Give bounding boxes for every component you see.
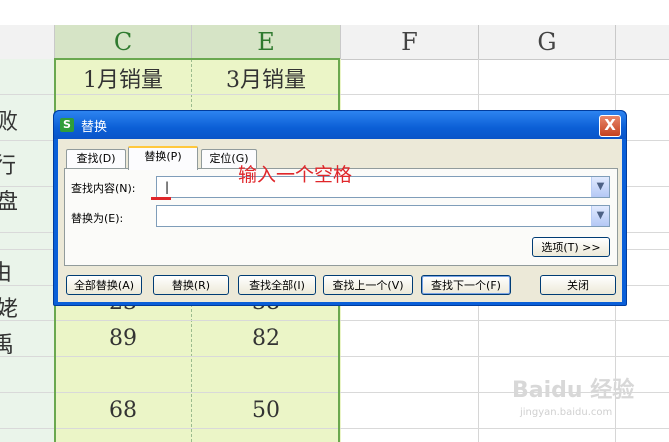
column-header-f[interactable]: F xyxy=(341,25,479,60)
chevron-down-icon[interactable]: ▼ xyxy=(591,206,609,226)
find-input[interactable]: | ▼ xyxy=(156,176,610,198)
watermark-url: jingyan.baidu.com xyxy=(520,407,613,418)
row-label[interactable]: 姥 xyxy=(0,291,26,323)
row-label[interactable]: 禹 xyxy=(0,327,22,359)
header-cell-c[interactable]: 1月销量 xyxy=(55,62,191,94)
dialog-titlebar[interactable]: S 替换 X xyxy=(54,111,626,139)
find-previous-button[interactable]: 查找上一个(V) xyxy=(323,275,413,295)
cell-e[interactable]: 82 xyxy=(192,326,340,351)
cell-c[interactable]: 68 xyxy=(55,398,191,423)
column-header-e[interactable]: E xyxy=(192,25,341,60)
close-button[interactable]: 关闭 xyxy=(540,275,616,295)
close-icon[interactable]: X xyxy=(599,115,621,137)
watermark: Baidu 经验 xyxy=(512,378,635,403)
annotation-text: 输入一个空格 xyxy=(238,164,353,186)
replace-input[interactable]: ▼ xyxy=(156,205,610,227)
replace-label: 替换为(E): xyxy=(71,212,124,225)
row-label[interactable]: 败 xyxy=(0,104,26,136)
column-header-next[interactable] xyxy=(616,25,669,60)
find-input-value: | xyxy=(165,180,170,194)
column-header-prev[interactable] xyxy=(0,25,55,60)
replace-all-button[interactable]: 全部替换(A) xyxy=(66,275,142,295)
column-header-c[interactable]: C xyxy=(55,25,192,60)
find-all-button[interactable]: 查找全部(I) xyxy=(238,275,316,295)
cell-c[interactable]: 89 xyxy=(55,326,191,351)
chevron-down-icon[interactable]: ▼ xyxy=(591,177,609,197)
options-button[interactable]: 选项(T) >> xyxy=(532,237,610,257)
replace-button[interactable]: 替换(R) xyxy=(153,275,229,295)
header-cell-e[interactable]: 3月销量 xyxy=(192,62,340,94)
dialog-title: 替换 xyxy=(81,120,108,135)
tab-replace[interactable]: 替换(P) xyxy=(128,146,198,170)
replace-dialog: S 替换 X 查找(D) 替换(P) 定位(G) 查找内容(N): | ▼ 替换… xyxy=(53,110,627,306)
row-label[interactable]: 由 xyxy=(0,255,20,287)
annotation-underline xyxy=(151,197,171,200)
find-label: 查找内容(N): xyxy=(71,182,136,195)
row-label[interactable]: 盘 xyxy=(0,184,26,216)
column-header-g[interactable]: G xyxy=(479,25,616,60)
cell-e[interactable]: 50 xyxy=(192,398,340,423)
row-label[interactable]: 行 xyxy=(0,148,24,180)
tab-find[interactable]: 查找(D) xyxy=(66,149,126,168)
formula-bar-area xyxy=(0,0,669,26)
find-next-button[interactable]: 查找下一个(F) xyxy=(421,275,511,295)
app-icon: S xyxy=(60,118,74,132)
